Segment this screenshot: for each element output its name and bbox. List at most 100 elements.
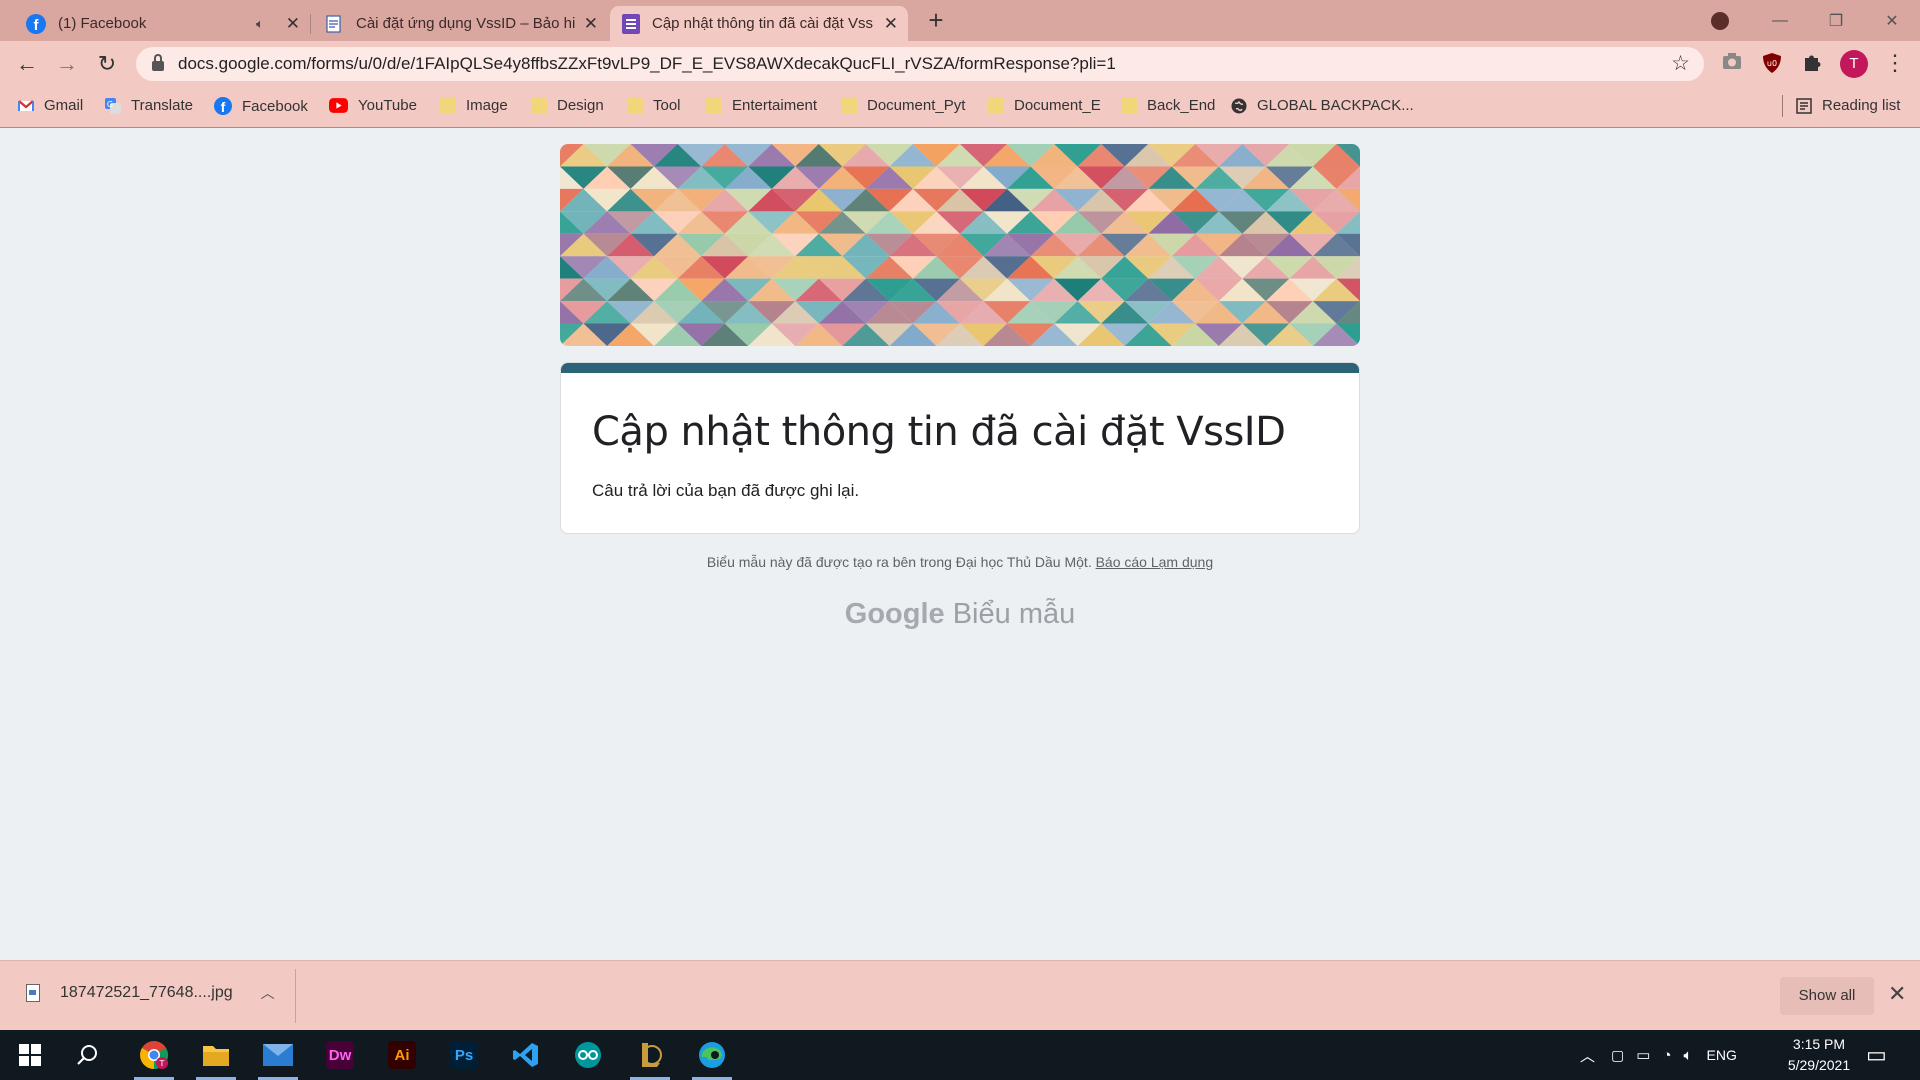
tab-divider	[310, 14, 311, 34]
tab-title: Cập nhật thông tin đã cài đặt Vss	[652, 15, 873, 32]
close-tab-icon[interactable]: ✕	[884, 14, 898, 34]
chevron-up-icon[interactable]: ︿	[261, 983, 275, 1003]
dreamweaver-icon[interactable]: Dw	[316, 1030, 364, 1080]
report-abuse-link[interactable]: Báo cáo Lạm dụng	[1096, 554, 1214, 570]
language-indicator[interactable]: ENG	[1707, 1047, 1737, 1063]
battery-icon[interactable]: ▭	[1636, 1046, 1650, 1064]
bookmark-global-backpack[interactable]: GLOBAL BACKPACK...	[1231, 97, 1414, 114]
lock-icon[interactable]	[152, 54, 164, 71]
bookmark-label: Facebook	[242, 97, 308, 115]
chrome-icon[interactable]: T	[130, 1030, 178, 1080]
svg-text:T: T	[159, 1059, 165, 1068]
screenshot-extension-icon[interactable]	[1720, 52, 1744, 76]
bookmark-label: Document_E	[1014, 97, 1101, 114]
close-downloads-icon[interactable]: ✕	[1888, 981, 1906, 1007]
google-forms-icon	[622, 13, 640, 34]
tab-bar: f (1) Facebook 🔈︎ ✕ Cài đặt ứng dụng Vss…	[0, 0, 1920, 41]
bookmarks-divider	[1782, 95, 1783, 117]
close-window-button[interactable]: ✕	[1864, 11, 1920, 31]
reload-icon[interactable]: ↻	[94, 51, 120, 77]
forward-icon[interactable]: →	[54, 51, 80, 77]
bookmark-folder-image[interactable]: Image	[440, 97, 508, 114]
google-forms-logo[interactable]: Google Biểu mẫu	[0, 598, 1920, 631]
bookmark-folder-document-e[interactable]: Document_E	[988, 97, 1101, 114]
facebook-icon: f	[214, 97, 232, 115]
tab-vssid-guide[interactable]: Cài đặt ứng dụng VssID – Bảo hiể ✕	[312, 6, 608, 41]
bookmark-folder-document-pyt[interactable]: Document_Pyt	[841, 97, 965, 114]
photoshop-label: Ps	[450, 1041, 478, 1069]
folder-icon	[841, 97, 857, 114]
bookmark-folder-entertaiment[interactable]: Entertaiment	[706, 97, 817, 114]
bookmark-label: YouTube	[358, 97, 417, 114]
close-tab-icon[interactable]: ✕	[584, 14, 598, 34]
mosaic-banner	[560, 144, 1360, 346]
illustrator-icon[interactable]: Ai	[378, 1030, 426, 1080]
restore-button[interactable]: ❐	[1808, 11, 1864, 31]
bookmarks-bar: Gmail G Translate f Facebook YouTube Ima…	[0, 87, 1920, 128]
browser-menu-icon[interactable]: ⋮	[1884, 49, 1906, 77]
profile-avatar[interactable]: T	[1840, 50, 1868, 78]
bookmark-folder-design[interactable]: Design	[531, 97, 604, 114]
download-item[interactable]: 187472521_77648....jpg ︿	[26, 983, 275, 1003]
confirmation-message: Câu trả lời của bạn đã được ghi lại.	[592, 481, 860, 500]
file-explorer-icon[interactable]	[192, 1030, 240, 1080]
arduino-icon[interactable]	[564, 1030, 612, 1080]
forms-wordmark: Biểu mẫu	[952, 598, 1076, 630]
bookmark-label: Gmail	[44, 97, 84, 114]
clock-date: 5/29/2021	[1787, 1057, 1851, 1073]
download-filename: 187472521_77648....jpg	[60, 984, 233, 1001]
form-footer-note: Biểu mẫu này đã được tạo ra bên trong Đạ…	[0, 554, 1920, 570]
bookmark-youtube[interactable]: YouTube	[329, 97, 417, 114]
bookmark-label: Document_Pyt	[867, 97, 966, 114]
volume-icon[interactable]: 🔈︎	[1684, 1047, 1693, 1064]
back-icon[interactable]: ←	[14, 51, 40, 77]
new-tab-button[interactable]: +	[922, 6, 950, 34]
edge-icon[interactable]	[688, 1030, 736, 1080]
youtube-icon	[329, 98, 348, 113]
start-icon[interactable]	[6, 1030, 54, 1080]
windows-taskbar: T Dw Ai Ps ︿ ▢ ▭ ◔ 🔈︎ ENG 3:15 PM 5/29/2…	[0, 1030, 1920, 1080]
tab-facebook[interactable]: f (1) Facebook 🔈︎ ✕	[14, 6, 310, 41]
tab-title: Cài đặt ứng dụng VssID – Bảo hiể	[356, 15, 576, 32]
url-text[interactable]: docs.google.com/forms/u/0/d/e/1FAIpQLSe4…	[178, 54, 1116, 74]
bookmark-folder-tool[interactable]: Tool	[627, 97, 681, 114]
ublock-extension-icon[interactable]: u0	[1760, 52, 1784, 76]
folder-icon	[440, 97, 456, 114]
tab-google-form[interactable]: Cập nhật thông tin đã cài đặt Vss ✕	[610, 6, 908, 41]
wifi-icon[interactable]: ◔	[1662, 1047, 1671, 1064]
bookmark-translate[interactable]: G Translate	[105, 97, 193, 114]
close-tab-icon[interactable]: ✕	[286, 14, 300, 34]
reading-list-label: Reading list	[1822, 97, 1901, 114]
notification-icon[interactable]: ▭	[1866, 1030, 1887, 1080]
svg-text:G: G	[107, 100, 113, 109]
mail-icon[interactable]	[254, 1030, 302, 1080]
system-tray: ︿ ▢ ▭ ◔ 🔈︎ ENG	[1580, 1030, 1737, 1080]
bookmark-folder-back-end[interactable]: Back_End	[1121, 97, 1215, 114]
minimize-button[interactable]: —	[1752, 12, 1808, 30]
form-theme-band	[561, 363, 1359, 373]
league-icon[interactable]	[626, 1030, 674, 1080]
bookmark-gmail[interactable]: Gmail	[18, 97, 83, 114]
dreamweaver-label: Dw	[326, 1041, 354, 1069]
tab-title: (1) Facebook	[58, 15, 147, 32]
bookmark-label: GLOBAL BACKPACK...	[1257, 97, 1414, 114]
muted-speaker-icon[interactable]: 🔈︎	[256, 16, 264, 32]
bookmark-label: Entertaiment	[732, 97, 818, 114]
meet-now-icon[interactable]: ▢	[1611, 1047, 1624, 1064]
globe-icon	[1231, 98, 1247, 113]
bookmark-star-icon[interactable]: ☆	[1671, 51, 1690, 76]
extensions-puzzle-icon[interactable]	[1800, 52, 1824, 76]
reading-list-button[interactable]: Reading list	[1782, 95, 1901, 117]
facebook-icon: f	[26, 13, 46, 34]
photoshop-icon[interactable]: Ps	[440, 1030, 488, 1080]
vscode-icon[interactable]	[502, 1030, 550, 1080]
reading-list-icon	[1796, 97, 1812, 114]
address-bar[interactable]: docs.google.com/forms/u/0/d/e/1FAIpQLSe4…	[136, 47, 1704, 81]
search-icon[interactable]	[64, 1030, 112, 1080]
bookmark-facebook[interactable]: f Facebook	[214, 97, 308, 115]
downloads-divider	[295, 969, 296, 1023]
tab-search-icon[interactable]	[1711, 12, 1729, 30]
taskbar-clock[interactable]: 3:15 PM 5/29/2021	[1774, 1034, 1864, 1076]
show-all-button[interactable]: Show all	[1780, 977, 1874, 1015]
chevron-up-icon[interactable]: ︿	[1580, 1045, 1595, 1066]
